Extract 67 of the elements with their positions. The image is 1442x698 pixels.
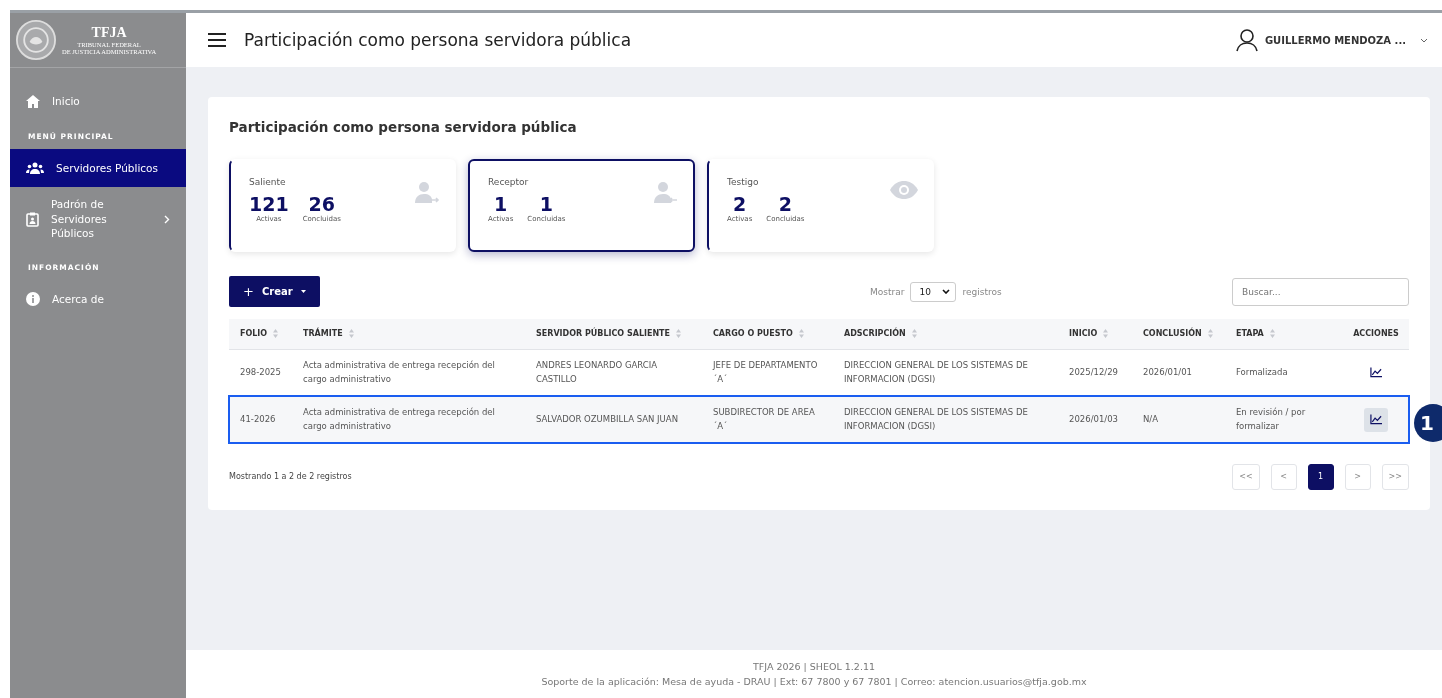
column-header[interactable]: ETAPA: [1225, 319, 1340, 349]
table-cell: 41-2026: [229, 396, 292, 443]
menu-icon[interactable]: [208, 33, 226, 47]
search-field[interactable]: Buscar...: [1232, 277, 1409, 306]
pagination-button[interactable]: <<: [1232, 463, 1260, 490]
column-header[interactable]: INICIO: [1058, 319, 1132, 349]
sort-icon[interactable]: [1207, 329, 1213, 339]
chevron-icon: [164, 214, 170, 224]
line-chart-icon: [1370, 414, 1382, 425]
table-cell: DIRECCION GENERAL DE LOS SISTEMAS DE INFORMACION (DGSI): [833, 396, 1058, 443]
user-menu[interactable]: GUILLERMO MENDOZA ...: [1234, 28, 1428, 52]
seal-icon: [16, 20, 56, 60]
sort-icon[interactable]: [1103, 329, 1109, 339]
sort-icon[interactable]: [1269, 329, 1275, 339]
logo-title: TFJA: [91, 25, 127, 41]
column-header: ACCIONES: [1340, 319, 1409, 349]
chevron-down-icon: [942, 289, 951, 294]
column-header[interactable]: ADSCRIPCIÓN: [833, 319, 1058, 349]
sort-icon[interactable]: [911, 329, 917, 339]
pagination-button[interactable]: 1: [1307, 463, 1334, 490]
user-icon: [1234, 28, 1259, 52]
footer-support: Soporte de la aplicación: Mesa de ayuda - DRAU | Ext: 67 7800 y 67 7801 | Correo: atencion.usuarios@tfja.gob.mx: [541, 676, 1087, 687]
chart-button[interactable]: [1364, 407, 1388, 432]
table-cell: N/A: [1132, 396, 1225, 443]
table-row[interactable]: [229, 396, 1409, 443]
column-header[interactable]: CARGO O PUESTO: [702, 319, 833, 349]
eye-icon: [890, 181, 918, 199]
pagination-button[interactable]: >>: [1381, 463, 1409, 490]
table-cell: Acta administrativa de entrega recepción del cargo administrativo: [292, 396, 525, 443]
footer-version: TFJA 2026 | SHEOL 1.2.11: [753, 661, 875, 672]
users-icon: [26, 162, 44, 174]
page-title: Participación como persona servidora pública: [244, 30, 633, 50]
stat-number: 26: [308, 193, 335, 215]
sort-icon[interactable]: [348, 329, 354, 339]
caret-icon: [300, 290, 306, 293]
sort-icon[interactable]: [273, 329, 279, 339]
info-icon: [26, 292, 40, 307]
page-size-select[interactable]: 10: [910, 281, 957, 302]
user-arrow-left-icon: [653, 181, 679, 205]
show-label: Mostrar: [870, 286, 905, 297]
column-header[interactable]: FOLIO: [229, 319, 292, 349]
pagination-button[interactable]: >: [1344, 463, 1371, 490]
line-chart-icon: [1370, 367, 1382, 378]
table-cell: SALVADOR OZUMBILLA SAN JUAN: [525, 396, 702, 443]
pagination-button[interactable]: <: [1270, 463, 1297, 490]
stat-number: 1: [539, 193, 553, 215]
clipboard-icon: [26, 211, 39, 227]
table-cell: En revisión / por formalizar: [1225, 396, 1340, 443]
records-summary: Mostrando 1 a 2 de 2 registros: [229, 472, 352, 481]
column-header[interactable]: SERVIDOR PÚBLICO SALIENTE: [525, 319, 702, 349]
card-title: Participación como persona servidora pública: [229, 119, 578, 135]
create-button[interactable]: + Crear: [229, 276, 320, 307]
stat-number: 121: [249, 193, 289, 215]
column-header[interactable]: CONCLUSIÓN: [1132, 319, 1225, 349]
table-cell: 2026/01/03: [1058, 396, 1132, 443]
stat-number: 1: [494, 193, 508, 215]
stat-number: 2: [733, 193, 747, 215]
home-icon: [26, 94, 40, 108]
sort-icon[interactable]: [676, 329, 682, 339]
sidebar-item[interactable]: Servidores Públicos: [10, 149, 186, 187]
records-label: registros: [962, 286, 1002, 297]
caret-icon: [1420, 37, 1428, 43]
user-arrow-right-icon: [414, 181, 440, 205]
sort-icon[interactable]: [798, 329, 804, 339]
table-cell: SUBDIRECTOR DE AREA ´A´: [702, 396, 833, 443]
stat-number: 2: [778, 193, 792, 215]
column-header[interactable]: TRÁMITE: [292, 319, 525, 349]
